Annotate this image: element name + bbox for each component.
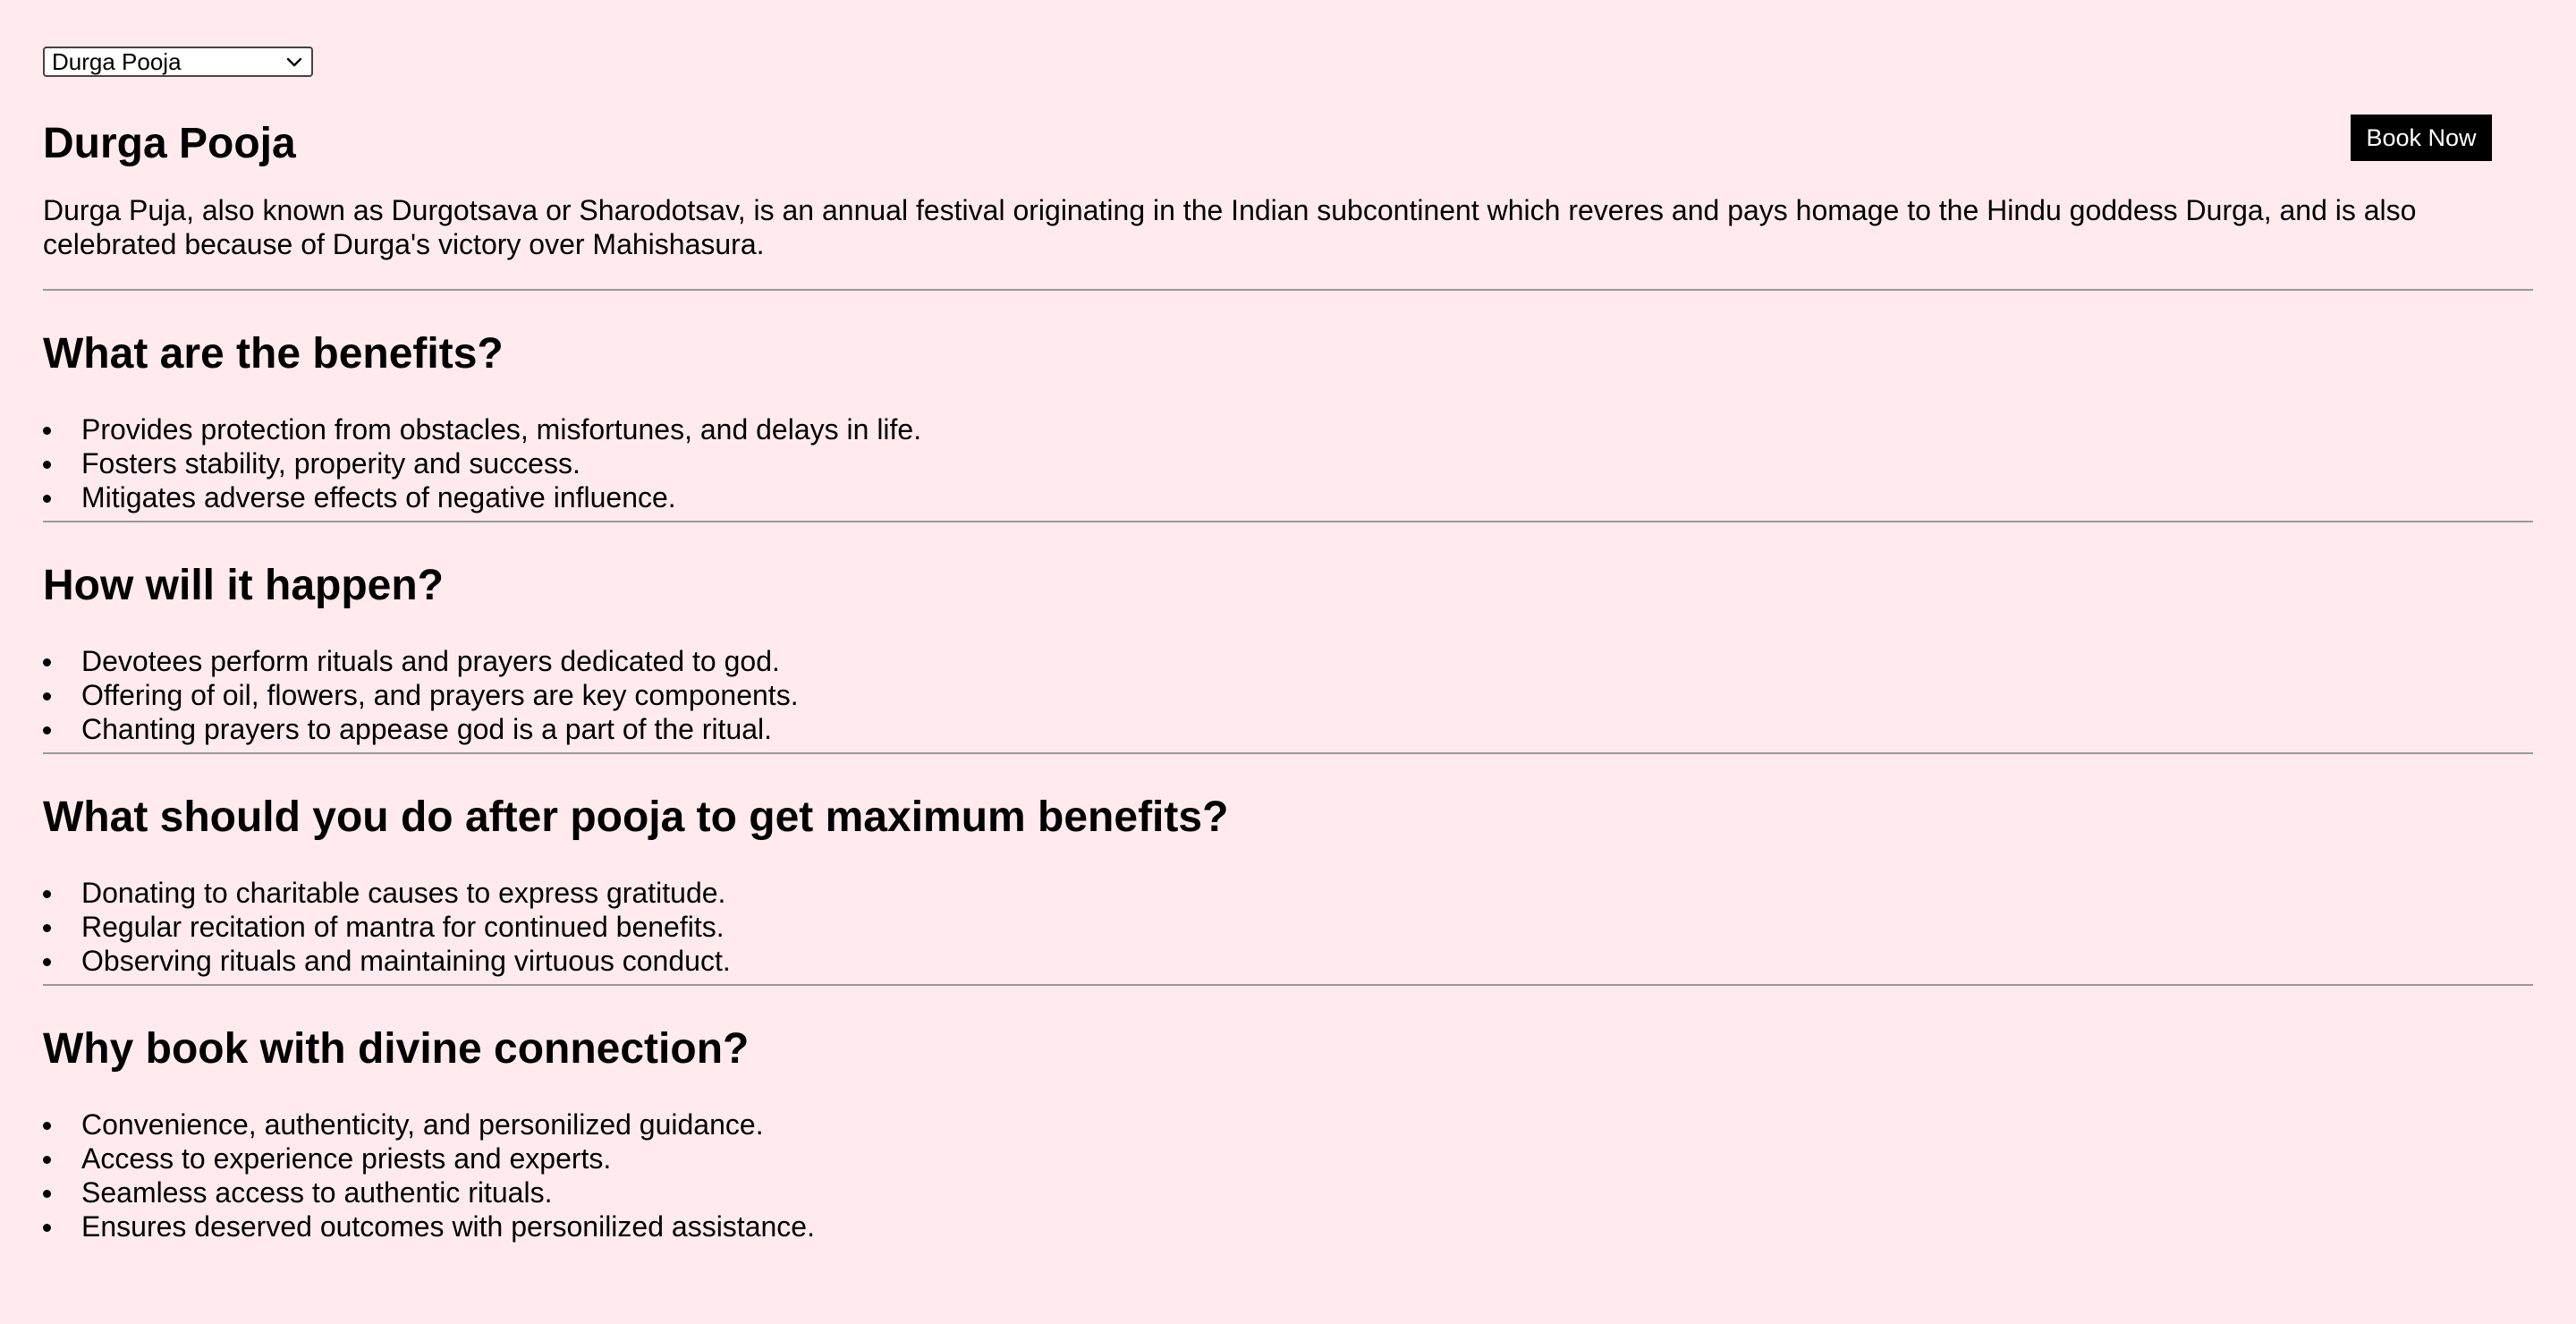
divider <box>43 752 2533 754</box>
list-item: Devotees perform rituals and prayers ded… <box>43 644 2533 678</box>
section-heading: What should you do after pooja to get ma… <box>43 794 1229 841</box>
list-item: Donating to charitable causes to express… <box>43 876 2533 910</box>
divider <box>43 289 2533 291</box>
page-title: Durga Pooja <box>43 120 296 167</box>
title-row: Durga Pooja Book Now <box>43 115 2533 172</box>
list-item: Convenience, authenticity, and personili… <box>43 1108 2533 1142</box>
divider <box>43 521 2533 522</box>
process-list: Devotees perform rituals and prayers ded… <box>43 644 2533 746</box>
pooja-select[interactable]: Durga Pooja <box>43 47 313 77</box>
list-item: Offering of oil, flowers, and prayers ar… <box>43 678 2533 712</box>
list-item: Mitigates adverse effects of negative in… <box>43 480 2533 514</box>
list-item: Regular recitation of mantra for continu… <box>43 910 2533 944</box>
list-item: Seamless access to authentic rituals. <box>43 1175 2533 1209</box>
section-process: How will it happen? Devotees perform rit… <box>43 560 2533 754</box>
list-item: Access to experience priests and experts… <box>43 1142 2533 1175</box>
list-item: Chanting prayers to appease god is a par… <box>43 712 2533 746</box>
pooja-select-value: Durga Pooja <box>52 48 182 75</box>
section-why-book: Why book with divine connection? Conveni… <box>43 1023 2533 1243</box>
book-now-button[interactable]: Book Now <box>2351 115 2492 161</box>
chevron-down-icon <box>286 57 302 67</box>
section-heading: Why book with divine connection? <box>43 1025 750 1073</box>
section-after-pooja: What should you do after pooja to get ma… <box>43 792 2533 986</box>
section-heading: What are the benefits? <box>43 330 504 378</box>
section-benefits: What are the benefits? Provides protecti… <box>43 328 2533 522</box>
list-item: Ensures deserved outcomes with personili… <box>43 1209 2533 1243</box>
benefits-list: Provides protection from obstacles, misf… <box>43 412 2533 514</box>
divider <box>43 984 2533 986</box>
list-item: Fosters stability, properity and success… <box>43 446 2533 480</box>
list-item: Observing rituals and maintaining virtuo… <box>43 944 2533 978</box>
intro-paragraph: Durga Puja, also known as Durgotsava or … <box>43 194 2417 260</box>
list-item: Provides protection from obstacles, misf… <box>43 412 2533 446</box>
why-book-list: Convenience, authenticity, and personili… <box>43 1108 2533 1243</box>
page-content: Durga Pooja Durga Pooja Book Now Durga P… <box>43 47 2533 1243</box>
after-pooja-list: Donating to charitable causes to express… <box>43 876 2533 978</box>
section-heading: How will it happen? <box>43 562 444 609</box>
